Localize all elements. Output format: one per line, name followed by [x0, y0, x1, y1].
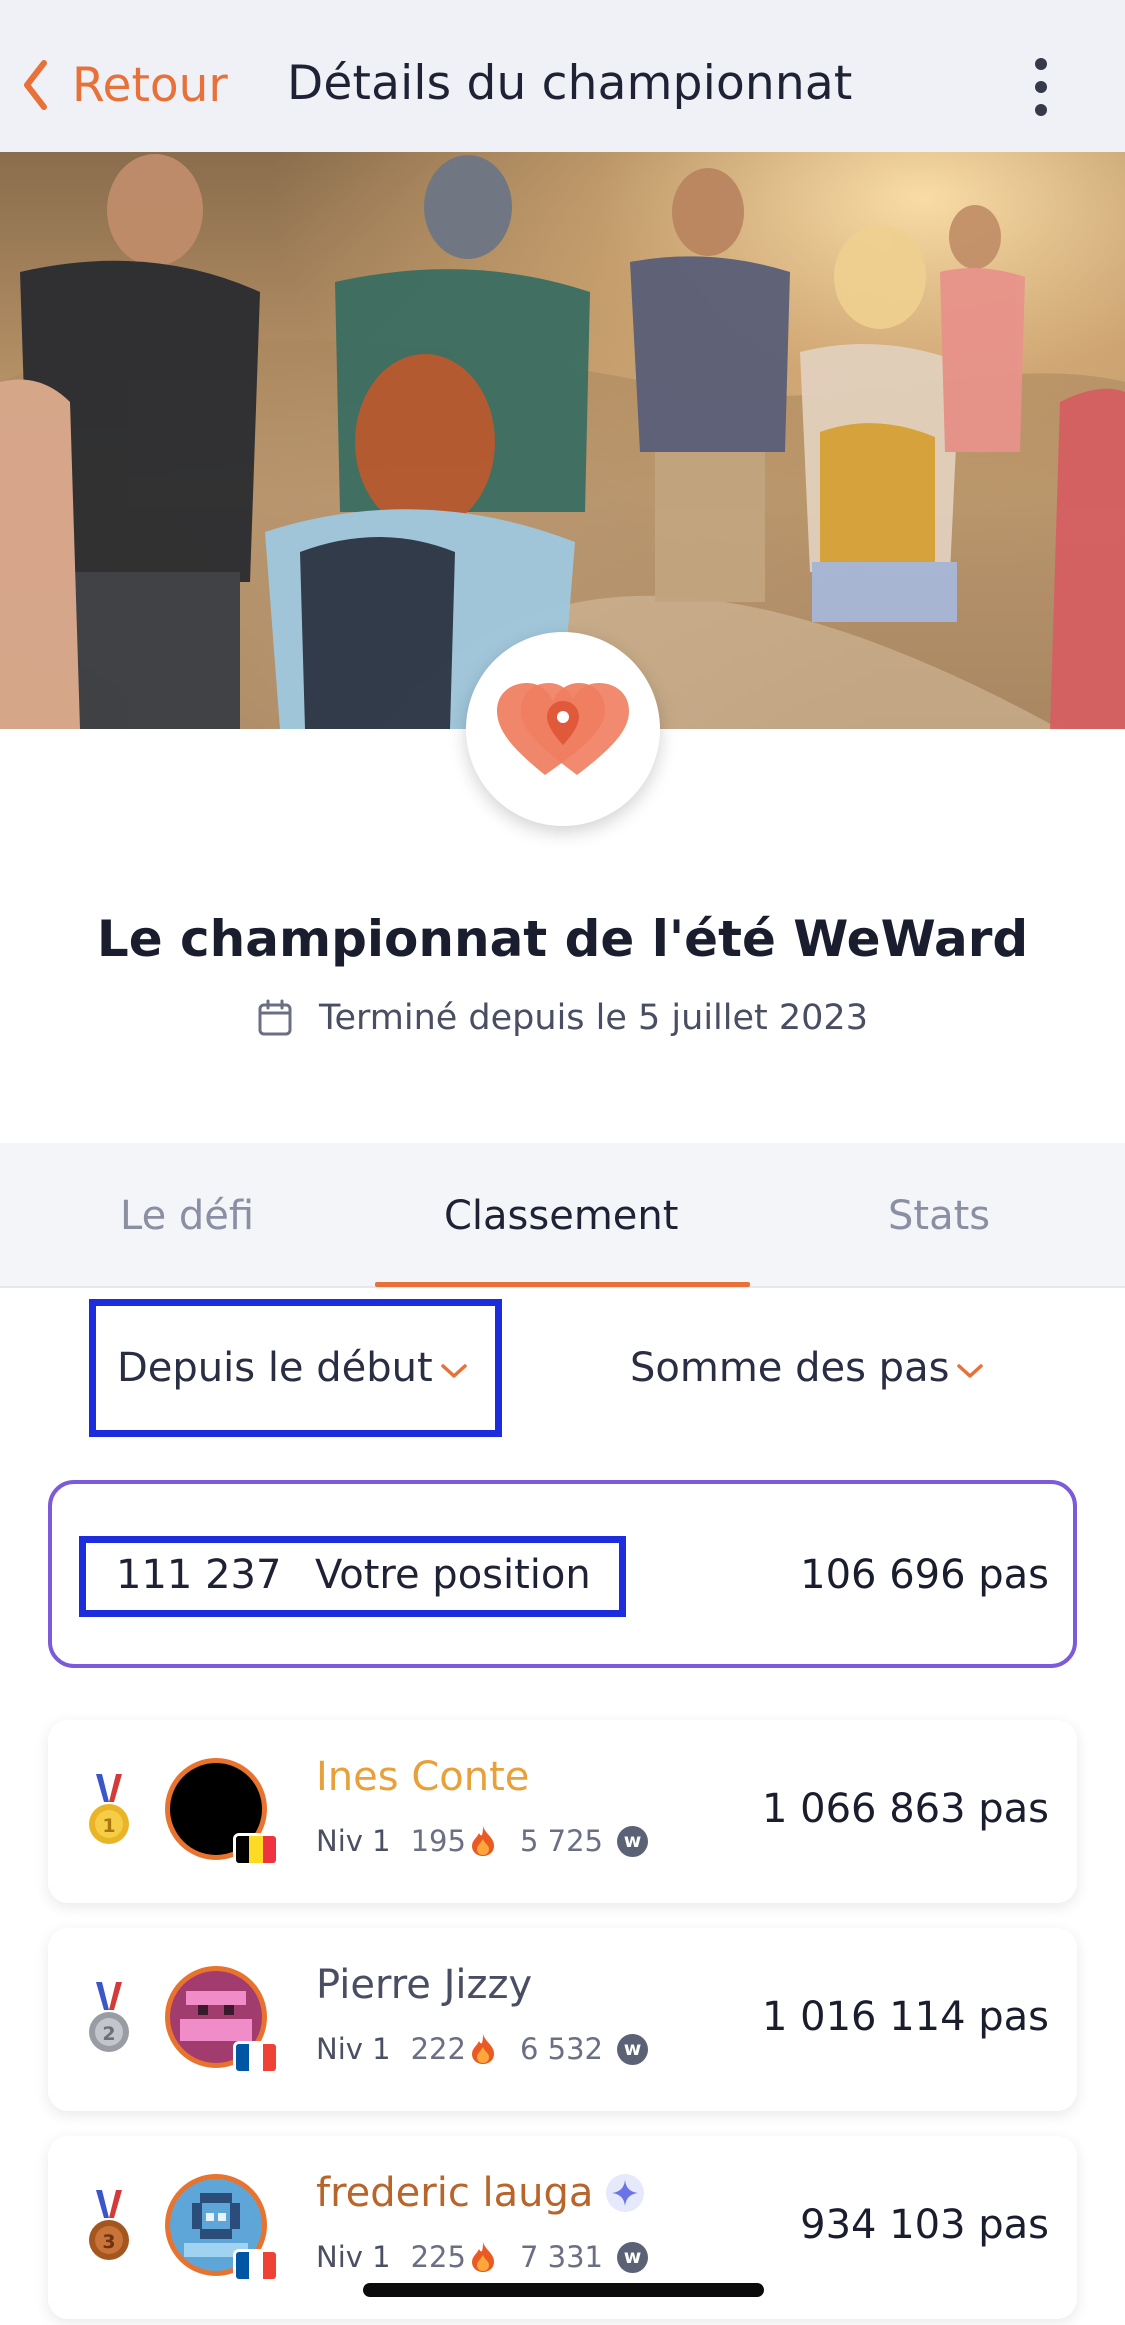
player-streak: 225 — [410, 2240, 466, 2274]
calendar-icon — [258, 999, 292, 1036]
flag-stripe — [249, 2044, 263, 2071]
highlight-box-position — [79, 1536, 626, 1617]
more-options-button[interactable] — [1026, 58, 1056, 116]
country-flag — [233, 2249, 279, 2282]
ward-coin-icon: w — [616, 1825, 648, 1857]
player-steps: 1 016 114 pas — [761, 1994, 1049, 2040]
flag-stripe — [249, 1836, 263, 1863]
tab-ranking[interactable]: Classement — [444, 1193, 678, 1239]
player-name: frederic lauga — [316, 2170, 645, 2216]
more-vertical-icon — [1035, 58, 1047, 70]
player-level: Niv 1 — [316, 2240, 391, 2274]
nav-bar: Retour Détails du championnat — [0, 0, 1125, 152]
flame-icon — [471, 1826, 494, 1856]
leaderboard-row[interactable]: 2 Pierre Jizzy Niv 1 222 6 532 w 1 016 1… — [48, 1928, 1077, 2111]
flag-stripe — [236, 2252, 250, 2279]
player-meta: Niv 1 195 5 725 w — [316, 1824, 648, 1858]
player-meta: Niv 1 225 7 331 w — [316, 2240, 648, 2274]
player-wards: 7 331 — [519, 2240, 603, 2274]
flame-icon — [471, 2034, 494, 2064]
bronze-medal-icon: 3 — [89, 2190, 129, 2260]
silver-medal-icon: 2 — [89, 1982, 129, 2052]
championship-title: Le championnat de l'été WeWard — [96, 910, 1029, 968]
heart-pin-icon — [497, 683, 629, 775]
country-flag — [233, 1833, 279, 1866]
svg-text:1: 1 — [102, 1815, 115, 1837]
player-level: Niv 1 — [316, 2032, 391, 2066]
player-streak: 195 — [410, 1824, 466, 1858]
player-steps: 934 103 pas — [800, 2202, 1049, 2248]
chevron-down-icon — [957, 1364, 984, 1378]
ward-coin-icon: w — [616, 2241, 648, 2273]
championship-date: Terminé depuis le 5 juillet 2023 — [0, 998, 1125, 1038]
home-indicator[interactable] — [363, 2283, 764, 2297]
flame-icon — [471, 2242, 494, 2272]
active-tab-indicator — [375, 1282, 750, 1287]
country-flag — [233, 2041, 279, 2074]
player-name-text: frederic lauga — [316, 2170, 594, 2216]
chevron-left-icon — [24, 60, 47, 110]
flag-stripe — [262, 1836, 276, 1863]
my-position-steps: 106 696 pas — [800, 1552, 1049, 1598]
metric-filter-dropdown[interactable]: Somme des pas — [630, 1345, 985, 1391]
championship-date-text: Terminé depuis le 5 juillet 2023 — [319, 998, 868, 1038]
player-steps: 1 066 863 pas — [761, 1786, 1049, 1832]
svg-text:3: 3 — [102, 2231, 115, 2253]
ward-coin-icon: w — [616, 2033, 648, 2065]
player-streak: 222 — [410, 2032, 466, 2066]
metric-filter-label: Somme des pas — [630, 1345, 950, 1391]
player-name: Pierre Jizzy — [316, 1962, 533, 2008]
back-button[interactable]: Retour — [22, 55, 228, 115]
tab-bar: Le défi Classement Stats — [0, 1143, 1125, 1288]
sparkle-verified-icon — [606, 2174, 645, 2212]
gold-medal-icon: 1 — [89, 1774, 129, 1844]
flag-stripe — [262, 2252, 276, 2279]
flag-stripe — [262, 2044, 276, 2071]
page-title: Détails du championnat — [287, 56, 853, 111]
player-wards: 6 532 — [519, 2032, 603, 2066]
player-wards: 5 725 — [519, 1824, 603, 1858]
flag-stripe — [236, 1836, 250, 1863]
flag-stripe — [249, 2252, 263, 2279]
championship-badge — [466, 632, 660, 826]
player-level: Niv 1 — [316, 1824, 391, 1858]
player-meta: Niv 1 222 6 532 w — [316, 2032, 648, 2066]
tab-stats[interactable]: Stats — [888, 1193, 990, 1239]
svg-text:2: 2 — [102, 2023, 115, 2045]
highlight-box-period — [89, 1299, 502, 1437]
flag-stripe — [236, 2044, 250, 2071]
leaderboard-row[interactable]: 1 Ines Conte Niv 1 195 5 725 w 1 066 863… — [48, 1720, 1077, 1903]
player-name: Ines Conte — [316, 1754, 530, 1800]
back-label: Retour — [72, 57, 228, 113]
tab-challenge[interactable]: Le défi — [120, 1193, 254, 1239]
